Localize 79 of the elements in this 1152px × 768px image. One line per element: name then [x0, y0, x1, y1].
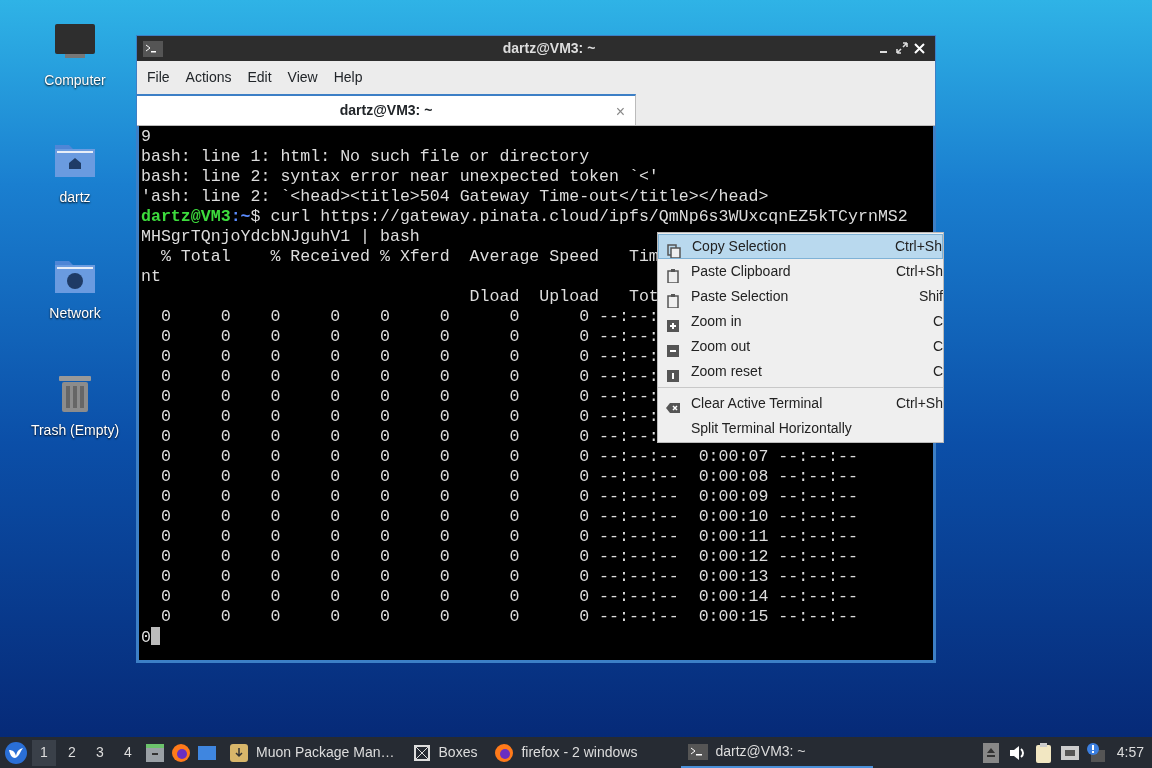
shortcut-text: C [932, 362, 943, 381]
copy-icon [667, 243, 681, 258]
maximize-button[interactable] [893, 40, 911, 57]
zoom-in-icon [666, 318, 680, 333]
terminal-line: 0 0 0 0 0 0 0 0 --:--:-- 0:00:11 --:--:-- [159, 527, 858, 546]
clipboard-icon [666, 268, 680, 283]
file-cabinet-icon[interactable] [144, 741, 166, 764]
menu-item[interactable]: Edit [239, 62, 280, 92]
menu-item[interactable]: Zoom reset C [658, 359, 943, 384]
backspace-icon [666, 400, 680, 415]
terminal-line: MHSgrTQnjoYdcbNJguhV1 | bash [141, 227, 420, 246]
terminal-line: 'ash: line 2: `<head><title>504 Gateway Time-out</title></head> [141, 187, 769, 206]
prompt-user: dartz@VM3 [141, 207, 231, 226]
terminal-text: $ curl https://gateway.pinata.cloud/ipfs/QmNp6s3WUxcqnEZ5kTCyrnMS2 [250, 207, 908, 226]
menu-item[interactable]: Zoom out C [658, 334, 943, 359]
tab-close-button[interactable]: × [615, 100, 625, 124]
icon-label[interactable]: dartz [59, 187, 91, 208]
zoom-out-icon [666, 343, 680, 358]
menu-item[interactable]: Paste Clipboard Ctrl+Sh [658, 259, 943, 284]
terminal-line: 0 0 0 0 0 0 0 0 --:--: [159, 307, 659, 326]
terminal-line: 0 0 0 0 0 0 0 0 --:--: [159, 367, 659, 386]
terminal-icon [143, 40, 163, 57]
terminal-line: 0 0 0 0 0 0 0 0 --:--:-- 0:00:12 --:--:-- [159, 547, 858, 566]
taskbar-task[interactable]: Muon Package Man… [222, 737, 401, 768]
shortcut-text: Shif [918, 287, 943, 306]
terminal-line: 0 0 0 0 0 0 0 0 --:--:-- 0:00:10 --:--:-- [159, 507, 858, 526]
zoom-reset-icon [666, 368, 680, 383]
firefox-icon [493, 741, 516, 764]
terminal-line: 0 0 0 0 0 0 0 0 --:--: [159, 407, 659, 426]
terminal-line: bash: line 2: syntax error near unexpected token `<' [141, 167, 659, 186]
package-icon [228, 741, 250, 764]
terminal-line: 0 0 0 0 0 0 0 0 --:--: [159, 347, 659, 366]
menu-item[interactable]: Paste Selection Shif [658, 284, 943, 309]
terminal-line: 0 0 0 0 0 0 0 0 --:--: [159, 387, 659, 406]
workspace-button[interactable]: 3 [88, 739, 112, 766]
menu-item[interactable]: File [139, 62, 178, 92]
clock-text: 4:57 [1116, 743, 1145, 762]
prompt-path: :~ [230, 207, 251, 226]
notification-icon[interactable] [1084, 741, 1107, 764]
terminal-text: 0 [141, 628, 151, 647]
menu-item[interactable]: Copy Selection Ctrl+Sh [658, 234, 943, 259]
terminal-line: nt [141, 267, 161, 286]
terminal-line: 0 0 0 0 0 0 0 0 --:--:-- 0:00:09 --:--:-- [159, 487, 858, 506]
terminal-line: 0 0 0 0 0 0 0 0 --:--: [159, 327, 659, 346]
terminal-line: 0 0 0 0 0 0 0 0 --:--:-- 0:00:15 --:--:-- [159, 607, 858, 626]
menu-item[interactable]: Zoom in C [658, 309, 943, 334]
menu-item[interactable]: Split Terminal Horizontally [658, 416, 943, 441]
menu-item[interactable]: Help [325, 62, 371, 92]
menu-item[interactable]: Clear Active Terminal Ctrl+Sh [658, 391, 943, 416]
shortcut-text: C [932, 312, 943, 331]
terminal-line: 0 0 0 0 0 0 0 0 --:--:-- 0:00:08 --:--:-- [159, 467, 858, 486]
window-title: dartz@VM3: ~ [501, 39, 597, 58]
shortcut-text: Ctrl+Sh [895, 262, 943, 281]
terminal-line: Dload Upload Tot [468, 287, 659, 306]
terminal-line: 0 0 0 0 0 0 0 0 --:--:-- 0:00:07 --:--:-- [159, 447, 858, 466]
tab[interactable]: dartz@VM3: ~ × [137, 94, 636, 125]
firefox-icon[interactable] [170, 741, 192, 764]
terminal-line: bash: line 1: html: No such file or directory [141, 147, 590, 166]
shortcut-text: Ctrl+Sh [894, 237, 942, 256]
start-menu-icon[interactable] [4, 740, 28, 765]
shortcut-text: Ctrl+Sh [895, 394, 943, 413]
clipboard-icon [666, 293, 680, 308]
terminal-line: 9 [141, 127, 151, 146]
terminal-line: 0 0 0 0 0 0 0 0 --:--:-- 0:00:13 --:--:-- [159, 567, 858, 586]
terminal-line: 0 0 0 0 0 0 0 0 --:--:-- 0:00:14 --:--:-- [159, 587, 858, 606]
workspace-button[interactable]: 2 [60, 739, 84, 766]
shortcut-text: C [932, 337, 943, 356]
text-cursor [150, 627, 160, 645]
icon-label[interactable]: Trash (Empty) [30, 420, 120, 441]
workspace-button[interactable]: 4 [116, 739, 140, 766]
tab-label: dartz@VM3: ~ [339, 101, 433, 120]
menu-item[interactable]: Actions [177, 62, 240, 92]
terminal-line: 0 0 0 0 0 0 0 0 --:--: [159, 427, 659, 446]
taskbar-task[interactable]: dartz@VM3: ~ [681, 737, 874, 768]
icon-label[interactable]: Network [49, 303, 101, 324]
taskbar-task[interactable]: firefox - 2 windows [487, 737, 678, 768]
menu-item[interactable]: View [279, 62, 326, 92]
taskbar-task[interactable]: Boxes [404, 737, 484, 768]
workspace-button[interactable]: 1 [32, 739, 56, 766]
